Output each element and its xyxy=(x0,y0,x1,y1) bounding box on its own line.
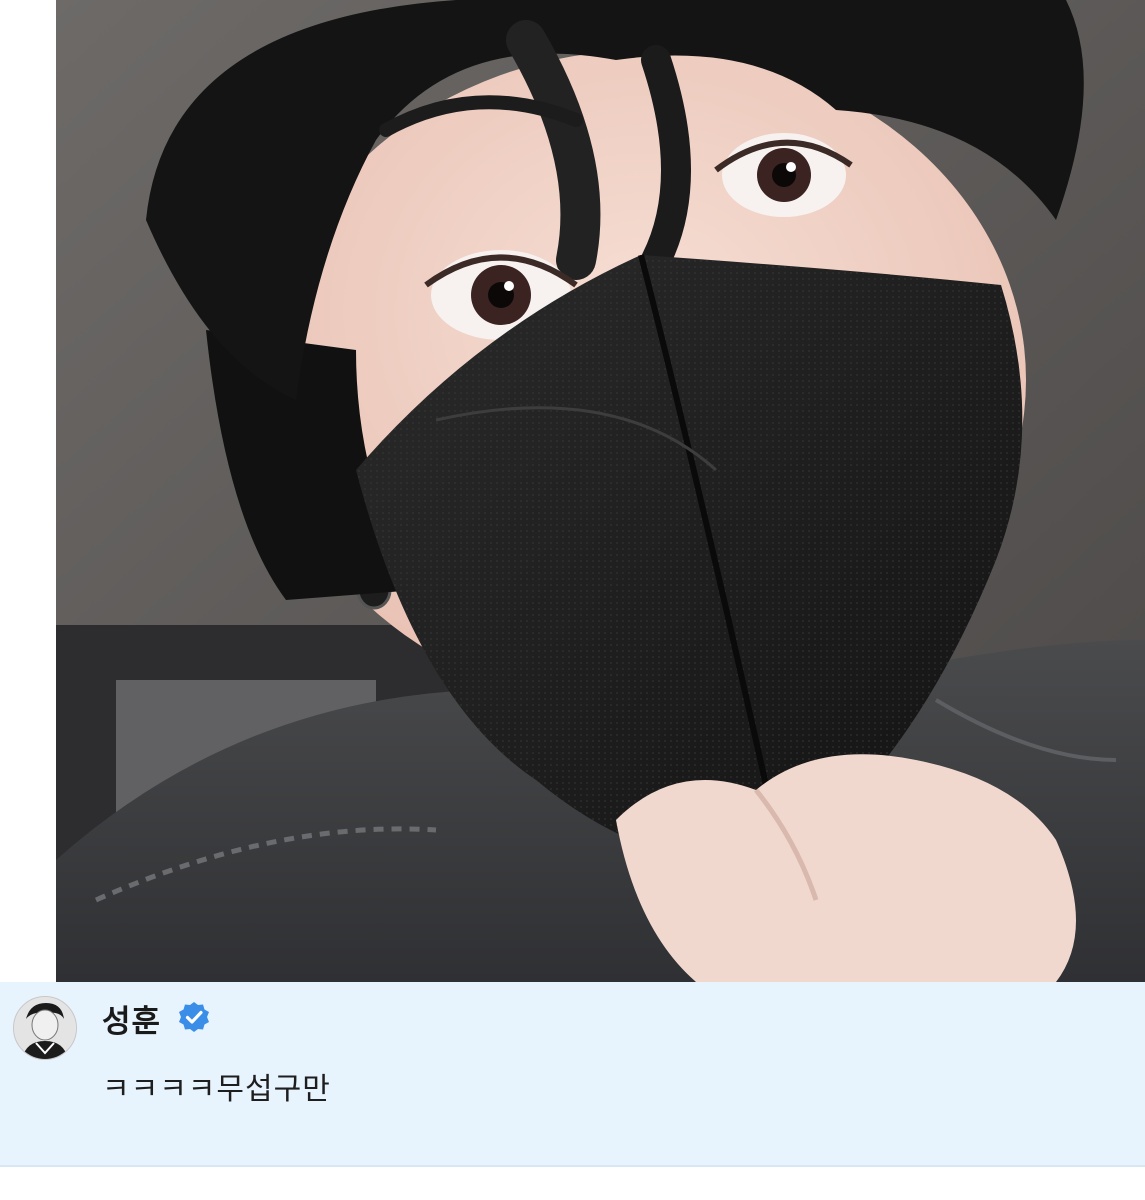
post-photo xyxy=(56,0,1145,982)
avatar[interactable] xyxy=(13,996,77,1060)
comment-card: 성훈 ㅋㅋㅋㅋ무섭구만 xyxy=(0,982,1145,1167)
selfie-illustration xyxy=(56,0,1145,982)
verified-badge-icon xyxy=(179,1002,209,1032)
comment-text: ㅋㅋㅋㅋ무섭구만 xyxy=(102,1072,331,1107)
comment-username[interactable]: 성훈 xyxy=(102,996,161,1041)
post-screenshot: 성훈 ㅋㅋㅋㅋ무섭구만 xyxy=(0,0,1145,1200)
page-bottom-area xyxy=(0,1167,1145,1200)
avatar-image xyxy=(14,997,76,1059)
